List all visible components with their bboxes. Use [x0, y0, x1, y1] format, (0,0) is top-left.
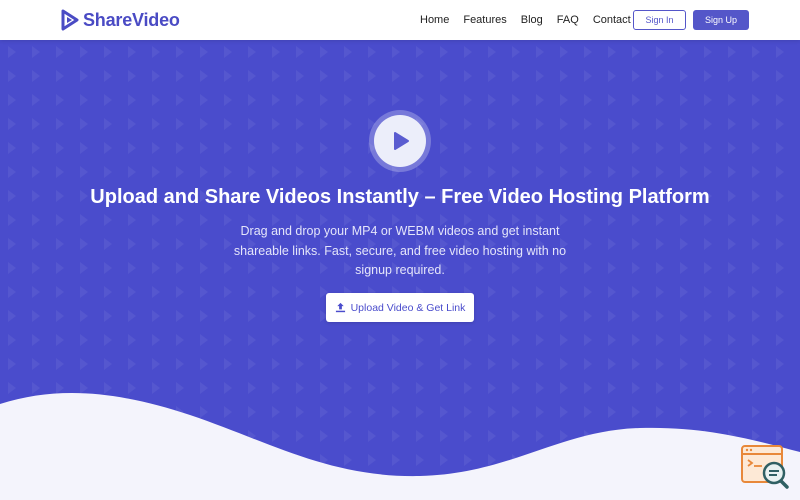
upload-video-button[interactable]: Upload Video & Get Link	[326, 293, 474, 322]
hero-title: Upload and Share Videos Instantly – Free…	[90, 186, 710, 208]
nav-faq[interactable]: FAQ	[557, 14, 579, 26]
sign-in-button[interactable]: Sign In	[633, 10, 686, 30]
upload-button-label: Upload Video & Get Link	[350, 301, 466, 314]
main-nav: Home Features Blog FAQ Contact Us	[420, 0, 661, 40]
hero-subtitle: Drag and drop your MP4 or WEBM videos an…	[233, 224, 567, 277]
hero-play-button	[369, 110, 431, 172]
logo[interactable]: ShareVideo	[60, 8, 180, 32]
hero-section: Upload and Share Videos Instantly – Free…	[0, 40, 800, 500]
logo-text: ShareVideo	[83, 9, 180, 30]
nav-features[interactable]: Features	[463, 14, 506, 26]
logo-play-icon	[61, 9, 79, 31]
nav-blog[interactable]: Blog	[521, 14, 543, 26]
code-search-icon	[741, 445, 789, 489]
site-header: ShareVideo Home Features Blog FAQ Contac…	[0, 0, 800, 40]
nav-home[interactable]: Home	[420, 14, 449, 26]
sign-up-button[interactable]: Sign Up	[693, 10, 749, 30]
code-search-widget[interactable]	[740, 444, 790, 490]
play-icon	[394, 132, 409, 150]
upload-icon	[335, 302, 345, 313]
